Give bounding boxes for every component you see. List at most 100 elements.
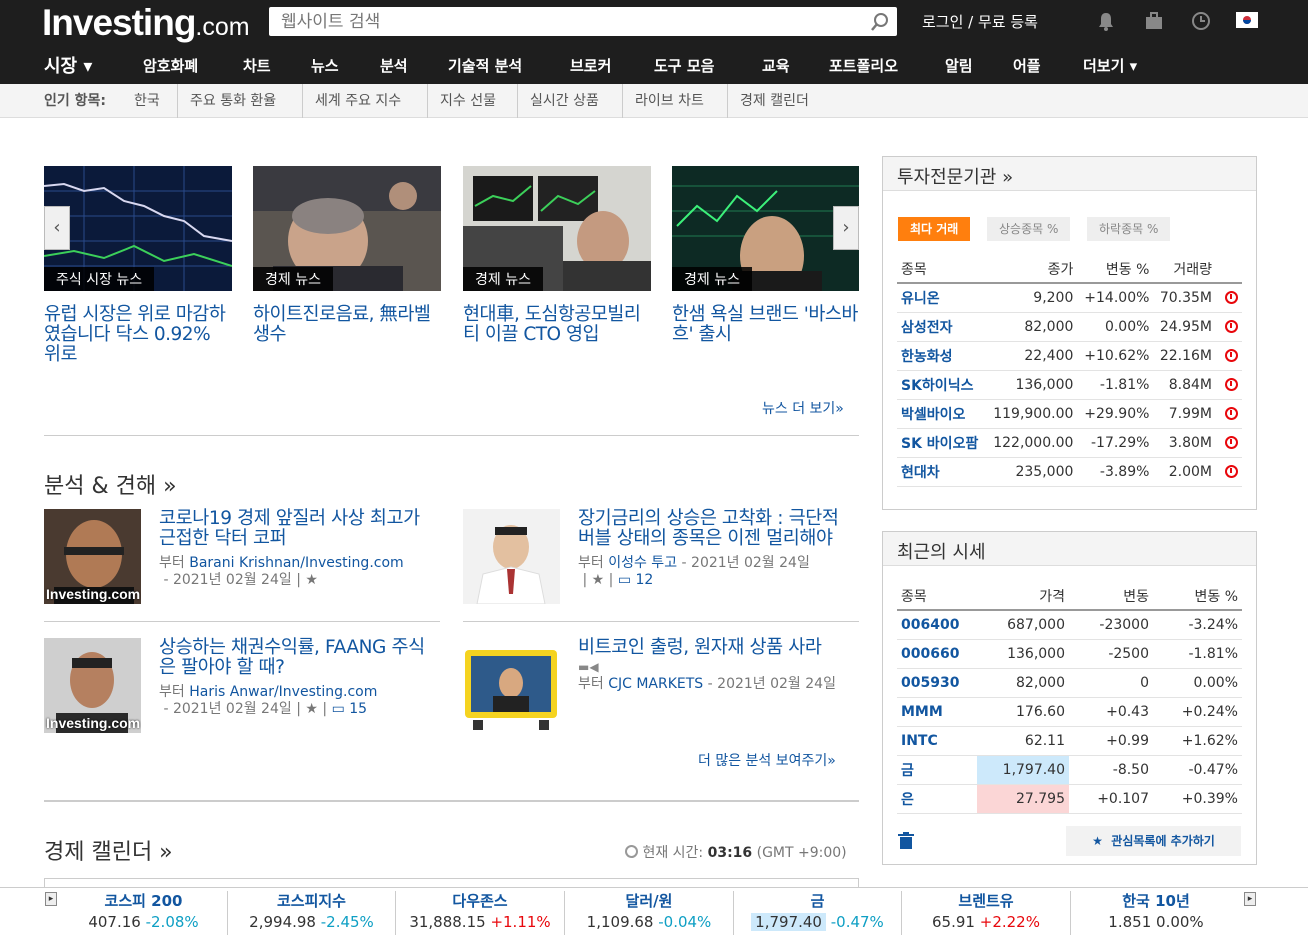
nav-charts[interactable]: 차트 (243, 55, 271, 76)
nav-education[interactable]: 교육 (762, 55, 790, 76)
analysis-item[interactable]: 장기금리의 상승은 고착화 : 극단적 버블 상태의 종목은 이젠 멀리해야 부… (463, 509, 859, 609)
carousel-prev-button[interactable]: ‹ (44, 206, 70, 250)
table-row[interactable]: 금 1,797.40 -8.50 -0.47% (897, 755, 1242, 785)
analysis-item[interactable]: Investing.com 상승하는 채권수익률, FAANG 주식은 팔아야 … (44, 638, 440, 738)
news-image[interactable]: 경제 뉴스 (463, 166, 651, 291)
nav-apps[interactable]: 어플 (1013, 55, 1041, 76)
search-box[interactable] (269, 7, 897, 36)
analysis-heading[interactable]: 분석 & 견해 » (44, 468, 177, 500)
symbol-link[interactable]: INTC (897, 726, 977, 756)
table-row[interactable]: 000660 136,000 -2500 -1.81% (897, 639, 1242, 669)
popular-item[interactable]: 지수 선물 (427, 84, 508, 118)
popular-item[interactable]: 주요 통화 환율 (177, 84, 288, 118)
table-row[interactable]: 은 27.795 +0.107 +0.39% (897, 784, 1242, 814)
stock-name-link[interactable]: 유니온 (897, 283, 986, 313)
nav-portfolio[interactable]: 포트폴리오 (829, 55, 898, 76)
ticker-item[interactable]: 금 1,797.40 -0.47% (734, 891, 902, 935)
ticker-next-button[interactable]: ▸ (1244, 892, 1256, 906)
bell-icon[interactable] (1095, 10, 1117, 32)
clock-icon[interactable] (1190, 10, 1212, 32)
column-header[interactable]: 종목 (897, 255, 986, 284)
ticker-name[interactable]: 코스피지수 (228, 891, 395, 911)
ticker-name[interactable]: 다우존스 (396, 891, 564, 911)
table-row[interactable]: SK 바이오팜 122,000.00 -17.29% 3.80M (897, 428, 1242, 458)
star-icon[interactable]: ★ (305, 701, 318, 717)
ticker-name[interactable]: 달러/원 (565, 891, 733, 911)
more-news-link[interactable]: 뉴스 더 보기» (762, 398, 844, 418)
nav-alerts[interactable]: 알림 (945, 55, 973, 76)
popular-item[interactable]: 한국 (122, 84, 172, 118)
nav-more[interactable]: 더보기 ▾ (1083, 55, 1137, 76)
tab-most-active[interactable]: 최다 거래 (898, 217, 971, 241)
news-image[interactable]: 경제 뉴스 (253, 166, 441, 291)
news-card[interactable]: 경제 뉴스 한샘 욕실 브랜드 '바스바흐' 출시 (672, 166, 859, 345)
news-title[interactable]: 현대車, 도심항공모빌리티 이끌 CTO 영입 (463, 305, 651, 345)
site-logo[interactable]: Investing.com (42, 2, 250, 44)
table-row[interactable]: 현대차 235,000 -3.89% 2.00M (897, 457, 1242, 487)
symbol-link[interactable]: 000660 (897, 639, 977, 669)
table-row[interactable]: MMM 176.60 +0.43 +0.24% (897, 697, 1242, 727)
column-header[interactable]: 변동 % (1077, 255, 1154, 284)
news-title[interactable]: 하이트진로음료, 無라벨 생수 (253, 305, 441, 345)
ticker-name[interactable]: 금 (734, 891, 901, 911)
comment-count[interactable]: 12 (636, 572, 654, 588)
search-input[interactable] (281, 10, 861, 34)
table-row[interactable]: SK하이닉스 136,000 -1.81% 8.84M (897, 370, 1242, 400)
symbol-link[interactable]: 금 (897, 755, 977, 785)
tab-gainers[interactable]: 상승종목 % (987, 217, 1071, 241)
table-row[interactable]: 005930 82,000 0 0.00% (897, 668, 1242, 698)
news-image[interactable]: 경제 뉴스 (672, 166, 859, 291)
author-link[interactable]: Barani Krishnan/Investing.com (189, 555, 403, 571)
clock-icon[interactable] (1225, 465, 1238, 478)
popular-item[interactable]: 세계 주요 지수 (302, 84, 413, 118)
stock-name-link[interactable]: SK 바이오팜 (897, 428, 986, 458)
nav-technical[interactable]: 기술적 분석 (448, 55, 522, 76)
nav-markets[interactable]: 시장 ▾ (44, 52, 92, 78)
carousel-next-button[interactable]: › (833, 206, 859, 250)
stock-name-link[interactable]: 현대차 (897, 457, 986, 487)
ticker-name[interactable]: 브렌트유 (902, 891, 1070, 911)
clock-icon[interactable] (1225, 291, 1238, 305)
more-analysis-link[interactable]: 더 많은 분석 보여주기» (698, 750, 836, 770)
popular-item[interactable]: 실시간 상품 (517, 84, 611, 118)
stock-name-link[interactable]: 박셀바이오 (897, 399, 986, 429)
star-icon[interactable]: ★ (305, 572, 318, 588)
table-row[interactable]: 삼성전자 82,000 0.00% 24.95M (897, 312, 1242, 342)
stock-name-link[interactable]: SK하이닉스 (897, 370, 986, 400)
author-photo[interactable] (463, 509, 560, 604)
nav-analysis[interactable]: 분석 (380, 55, 408, 76)
ticker-name[interactable]: 한국 10년 (1071, 891, 1241, 911)
author-link[interactable]: 이성수 투고 (608, 555, 677, 571)
ticker-item[interactable]: 브렌트유 65.91 +2.22% (902, 891, 1071, 935)
author-photo[interactable] (463, 638, 560, 733)
comment-icon[interactable]: ▭ (618, 572, 631, 588)
ticker-item[interactable]: 다우존스 31,888.15 +1.11% (396, 891, 565, 935)
news-card[interactable]: 경제 뉴스 하이트진로음료, 無라벨 생수 (253, 166, 441, 345)
ticker-item[interactable]: 한국 10년 1.851 0.00% (1071, 891, 1241, 935)
popular-item[interactable]: 라이브 차트 (622, 84, 716, 118)
ticker-item[interactable]: 달러/원 1,109.68 -0.04% (565, 891, 734, 935)
analysis-title[interactable]: 상승하는 채권수익률, FAANG 주식은 팔아야 할 때? (159, 637, 425, 678)
symbol-link[interactable]: 006400 (897, 610, 977, 640)
column-header[interactable]: 종가 (985, 255, 1078, 284)
symbol-link[interactable]: 005930 (897, 668, 977, 698)
clock-icon[interactable] (1225, 349, 1238, 362)
table-row[interactable]: 박셀바이오 119,900.00 +29.90% 7.99M (897, 399, 1242, 429)
symbol-link[interactable]: MMM (897, 697, 977, 727)
search-icon[interactable] (869, 11, 891, 33)
table-row[interactable]: 한농화성 22,400 +10.62% 22.16M (897, 341, 1242, 371)
comment-icon[interactable]: ▭ (332, 701, 345, 717)
news-card[interactable]: 경제 뉴스 현대車, 도심항공모빌리티 이끌 CTO 영입 (463, 166, 651, 345)
analysis-title[interactable]: 비트코인 출렁, 원자재 상품 사라 (578, 637, 822, 658)
stock-name-link[interactable]: 삼성전자 (897, 312, 986, 342)
briefcase-icon[interactable] (1143, 10, 1165, 32)
most-active-heading[interactable]: 투자전문기관 » (897, 167, 1013, 188)
nav-news[interactable]: 뉴스 (311, 55, 339, 76)
author-link[interactable]: Haris Anwar/Investing.com (189, 684, 377, 700)
korea-flag-icon[interactable] (1236, 12, 1258, 28)
analysis-title[interactable]: 장기금리의 상승은 고착화 : 극단적 버블 상태의 종목은 이젠 멀리해야 (578, 508, 839, 549)
tab-losers[interactable]: 하락종목 % (1087, 217, 1171, 241)
clock-icon[interactable] (1225, 378, 1238, 391)
nav-brokers[interactable]: 브로커 (570, 55, 611, 76)
news-card[interactable]: 주식 시장 뉴스 유럽 시장은 위로 마감하였습니다 닥스 0.92% 위로 (44, 166, 232, 365)
